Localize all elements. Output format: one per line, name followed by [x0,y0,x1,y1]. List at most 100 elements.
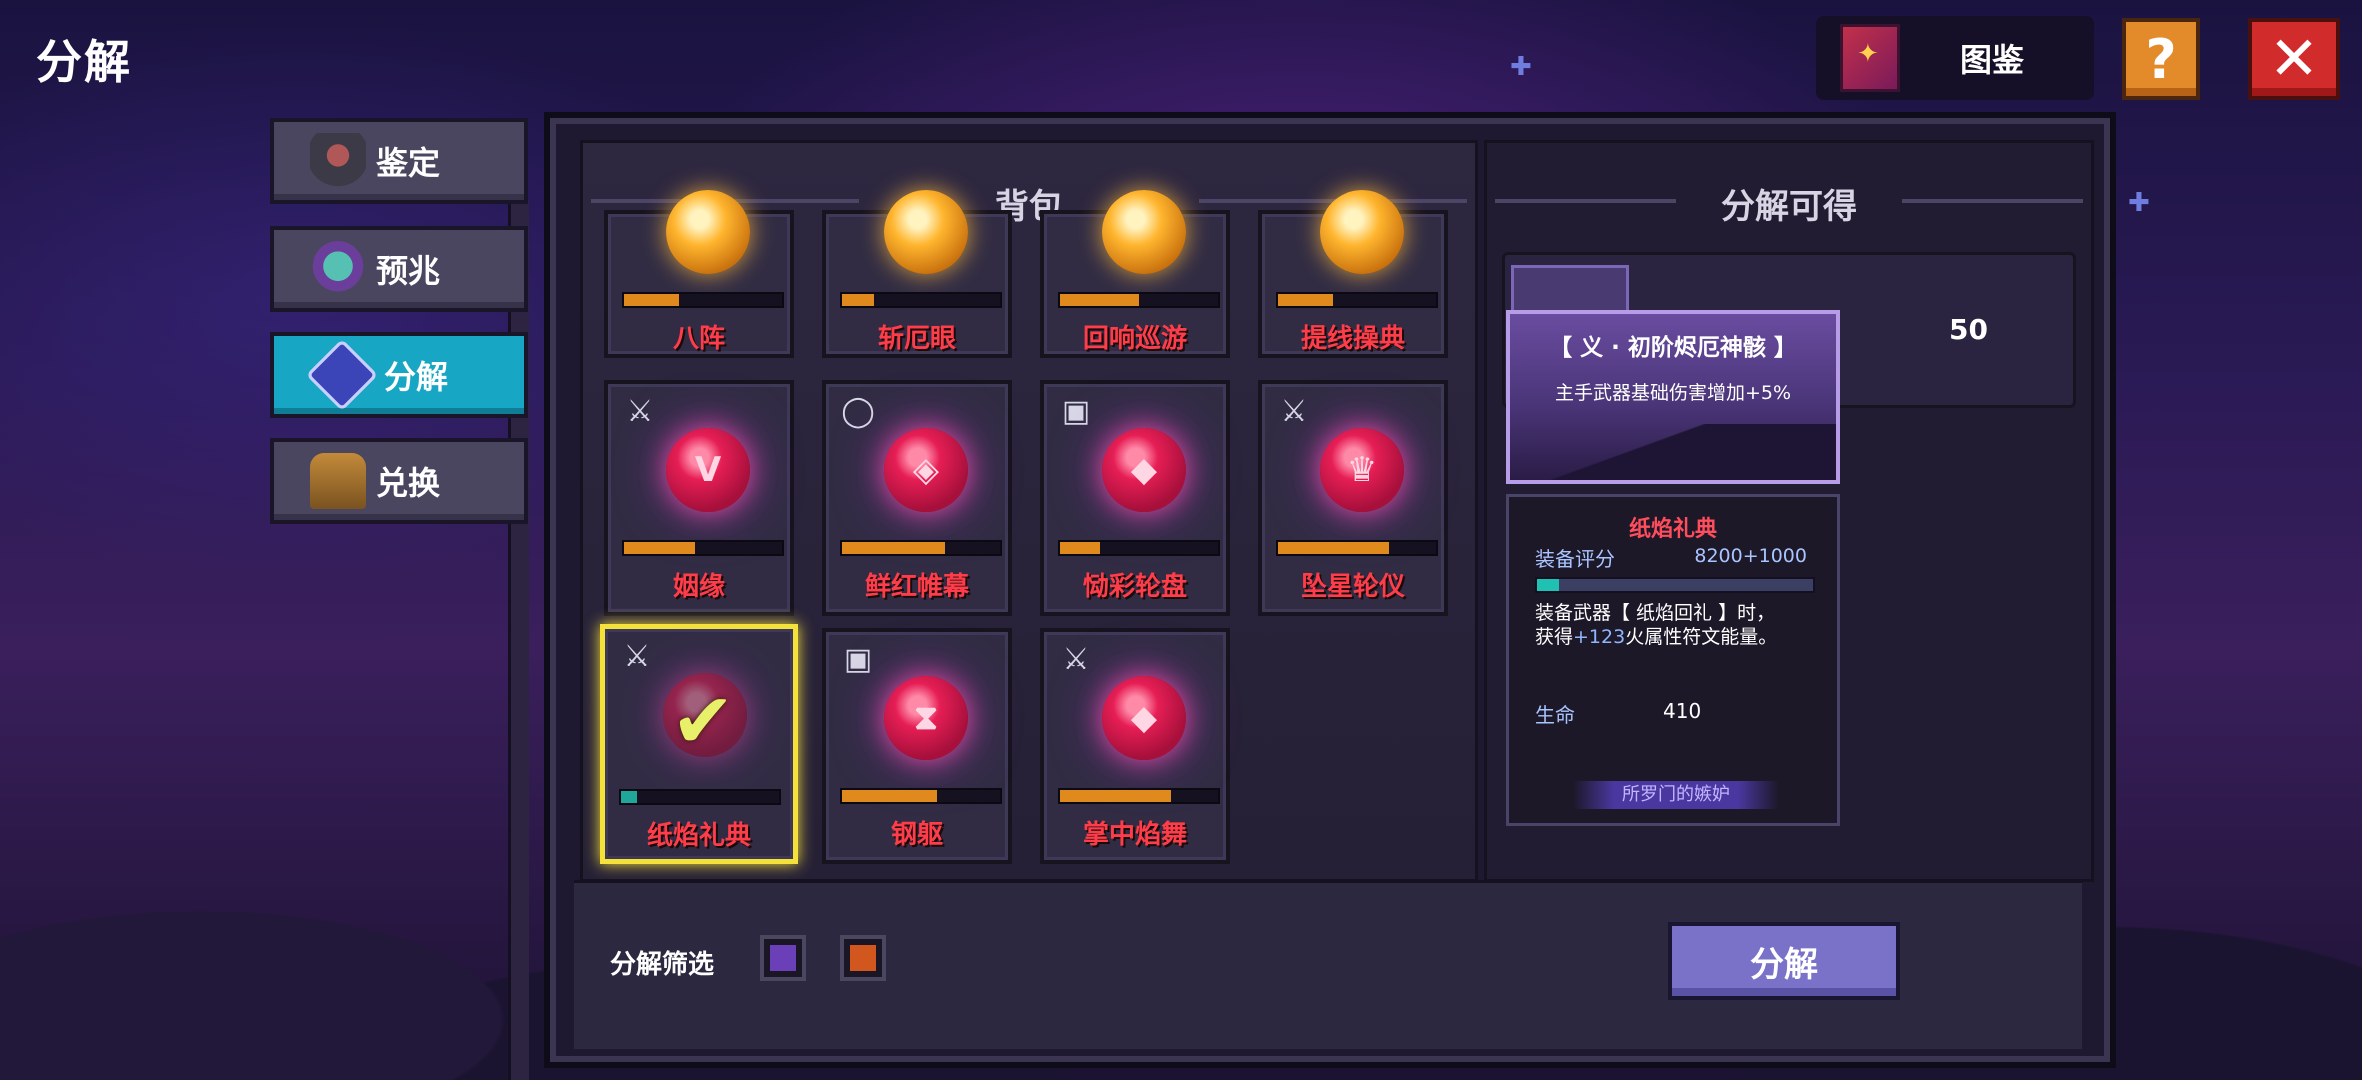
red-gem-icon: ◆ [1102,676,1186,760]
gold-gem-icon [1102,190,1186,274]
stat-value: 410 [1663,699,1702,723]
crystal-ball-icon [310,241,366,297]
item-name: 鲜红帷幕 [864,572,969,602]
desc-line1: 装备武器【 纸焰回礼 】时， [1535,602,1776,624]
progress-fill [1278,542,1389,554]
codex-button[interactable]: 图鉴 [1816,16,2094,100]
item-name: 钢躯 [890,820,943,850]
progress-fill [1278,294,1334,306]
check-icon: ✔ [671,676,735,765]
score-bar [1535,577,1815,593]
progress-fill [1060,790,1171,802]
progress-fill [842,790,937,802]
progress-fill [1060,294,1139,306]
progress-bar [840,788,1002,804]
decompose-button[interactable]: 分解 [1668,922,1900,1000]
inventory-slot[interactable]: 提线操典 [1258,190,1448,358]
progress-bar [1276,292,1438,308]
reward-title: 分解可得 [1487,179,2091,228]
desc-highlight: +123 [1573,626,1626,648]
red-gem-icon: ♛ [1320,428,1404,512]
item-name: 恸彩轮盘 [1082,572,1187,602]
tab-omen[interactable]: 预兆 [270,226,528,312]
score-bar-fill [1537,579,1560,591]
tab-label: 预兆 [376,252,441,290]
sparkle-icon: ✚ [2128,188,2150,218]
progress-fill [842,294,874,306]
tab-identify[interactable]: 鉴定 [270,118,528,204]
inventory-slot[interactable]: 斩厄眼 [822,190,1012,358]
progress-fill [621,791,637,803]
score-label: 装备评分 [1535,547,1615,571]
help-button[interactable]: ? [2122,18,2200,100]
filter-purple-checkbox[interactable] [760,935,806,981]
progress-bar [1058,788,1220,804]
reward-count: 50 [1949,313,1988,346]
inventory-slot[interactable]: ◯ ◈ 鲜红帷幕 [822,380,1012,616]
identify-icon [310,133,366,189]
filter-orange-checkbox[interactable] [840,935,886,981]
red-gem-icon: ⧗ [884,676,968,760]
treasure-chest-icon [310,453,366,509]
inventory-slot[interactable]: 八阵 [604,190,794,358]
progress-bar [840,540,1002,556]
necklace-icon: ◯ [841,394,875,429]
red-gem-icon: V [666,428,750,512]
weapon-icon: ⚔ [623,639,651,674]
gem-rune-icon: ◆ [1130,450,1158,490]
item-name: 提线操典 [1300,324,1405,354]
item-name: 斩厄眼 [877,324,956,354]
tab-label: 兑换 [376,464,441,502]
item-name: 纸焰礼典 [646,821,751,851]
gem-rune-icon: V [694,450,722,490]
page-title: 分解 [36,35,132,89]
inventory-slot-selected[interactable]: ⚔ ✔ 纸焰礼典 [600,624,798,864]
purple-swatch [770,945,796,971]
gold-gem-icon [884,190,968,274]
progress-bar [1276,540,1438,556]
tooltip-effect: 主手武器基础伤害增加+5% [1554,382,1792,404]
gem-rune-icon: ◈ [912,450,940,490]
tab-decompose[interactable]: 分解 [270,332,528,418]
progress-bar [619,789,781,805]
item-name: 姻缘 [672,572,725,602]
sparkle-icon: ✚ [1510,52,1532,82]
armor-icon: ▣ [843,642,873,677]
close-button[interactable]: ✕ [2248,18,2340,100]
progress-bar [840,292,1002,308]
inventory-slot[interactable]: ⚔ ◆ 掌中焰舞 [1040,628,1230,864]
gem-rune-icon: ◆ [1130,698,1158,738]
item-tooltip-detail: 纸焰礼典 装备评分 8200+1000 装备武器【 纸焰回礼 】时， 获得+12… [1506,494,1840,826]
inventory-slot[interactable]: ▣ ⧗ 钢躯 [822,628,1012,864]
weapon-icon: ⚔ [1062,642,1090,677]
inventory-slot[interactable]: ⚔ ♛ 坠星轮仪 [1258,380,1448,616]
item-name: 回响巡游 [1082,324,1187,354]
decompose-gem-icon [305,338,379,412]
progress-bar [622,292,784,308]
tab-exchange[interactable]: 兑换 [270,438,528,524]
progress-fill [624,294,680,306]
item-name: 坠星轮仪 [1300,572,1405,602]
score-value: 8200+1000 [1694,545,1807,567]
gem-rune-icon: ♛ [1346,450,1378,490]
progress-bar [1058,292,1220,308]
progress-fill [842,542,945,554]
inventory-slot[interactable]: 回响巡游 [1040,190,1230,358]
tooltip-description: 装备武器【 纸焰回礼 】时， 获得+123火属性符文能量。 [1535,601,1825,649]
set-name: 所罗门的嫉妒 [1573,781,1779,809]
weapon-icon: ⚔ [626,394,654,429]
tab-label: 鉴定 [376,144,441,182]
red-gem-icon: ◆ [1102,428,1186,512]
tooltip-title: 【 义 · 初阶烬厄神骸 】 [1549,335,1797,361]
inventory-slot[interactable]: ▣ ◆ 恸彩轮盘 [1040,380,1230,616]
progress-bar [1058,540,1220,556]
item-name: 掌中焰舞 [1082,820,1187,850]
tab-label: 分解 [384,358,449,396]
inventory-slot[interactable]: ⚔ V 姻缘 [604,380,794,616]
codex-label: 图鉴 [1960,41,2025,79]
filter-label: 分解筛选 [610,950,715,980]
desc-line2-a: 获得 [1535,626,1574,648]
item-name: 八阵 [672,324,725,354]
gem-rune-icon: ⧗ [914,698,938,738]
gold-gem-icon [666,190,750,274]
